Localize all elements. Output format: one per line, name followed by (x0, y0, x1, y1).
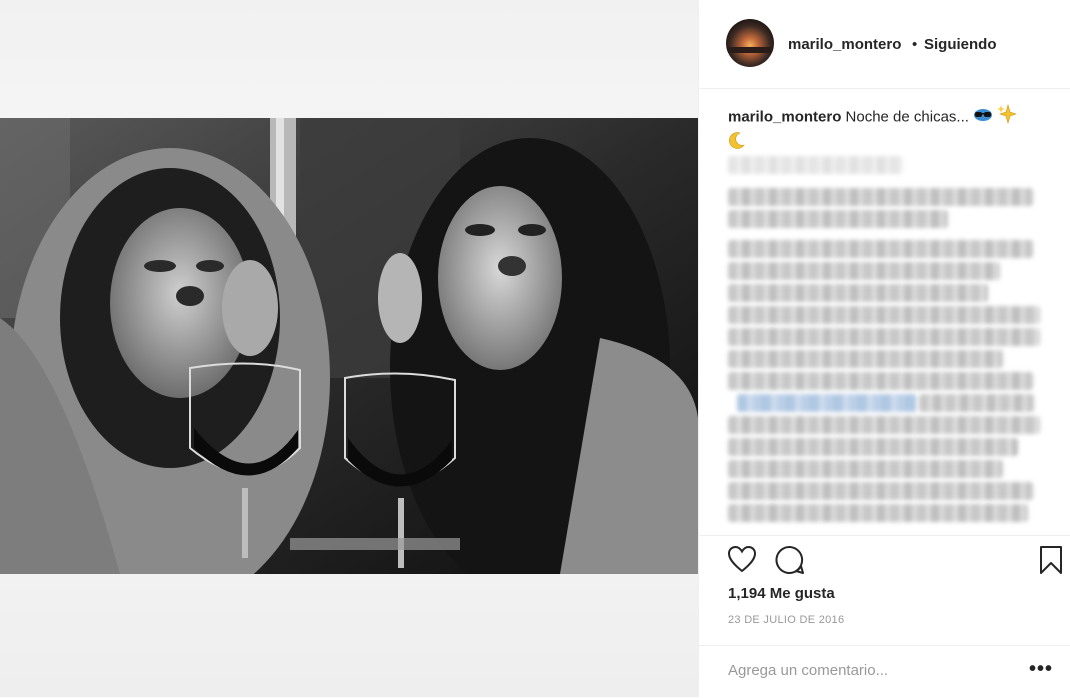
bookmark-icon[interactable] (1039, 545, 1063, 580)
heart-icon[interactable] (727, 545, 757, 578)
blurred-comment-line (728, 350, 1003, 368)
blurred-comment-link (737, 394, 917, 412)
instagram-post-view: marilo_montero • Siguiendo marilo_monter… (0, 0, 1070, 697)
action-bar (699, 535, 1070, 584)
blurred-comment-line (919, 394, 1034, 412)
comment-bar: ••• (699, 645, 1070, 698)
sparkles-emoji (997, 103, 1018, 131)
sunglasses-emoji (973, 107, 993, 129)
media-area (0, 0, 698, 697)
header-username[interactable]: marilo_montero (788, 36, 901, 53)
speech-bubble-icon[interactable] (775, 545, 805, 580)
blurred-comment-line (728, 416, 1040, 434)
crescent-moon-emoji (728, 131, 746, 156)
blurred-comment-line (728, 210, 948, 228)
blurred-comment-line (728, 156, 903, 174)
caption-text: Noche de chicas... (845, 108, 969, 126)
caption-username[interactable]: marilo_montero (728, 108, 841, 125)
comment-input[interactable] (728, 662, 998, 679)
follow-status-button[interactable]: Siguiendo (924, 36, 997, 53)
post-side-panel: marilo_montero • Siguiendo marilo_monter… (698, 0, 1070, 697)
blurred-comment-line (728, 284, 988, 302)
post-photo-image (0, 118, 698, 574)
blurred-comment-line (728, 328, 1040, 346)
blurred-comment-line (728, 188, 1033, 206)
blurred-comment-line (728, 460, 1003, 478)
avatar[interactable] (726, 19, 774, 67)
post-header: marilo_montero • Siguiendo (699, 0, 1070, 89)
blurred-comment-line (728, 240, 1033, 258)
post-photo[interactable] (0, 118, 698, 574)
blurred-comment-line (728, 372, 1033, 390)
blurred-comment-line (728, 482, 1033, 500)
blurred-comment-line (728, 262, 1000, 280)
likes-count[interactable]: 1,194 Me gusta (728, 585, 835, 602)
blurred-comment-line (728, 306, 1040, 324)
blurred-comment-line (728, 438, 1018, 456)
header-separator: • (912, 36, 918, 53)
blurred-comment-line (728, 504, 1028, 522)
post-date[interactable]: 23 DE JULIO DE 2016 (728, 614, 844, 626)
post-caption: marilo_montero Noche de chicas... (728, 103, 1048, 156)
more-options-button[interactable]: ••• (1029, 658, 1053, 681)
